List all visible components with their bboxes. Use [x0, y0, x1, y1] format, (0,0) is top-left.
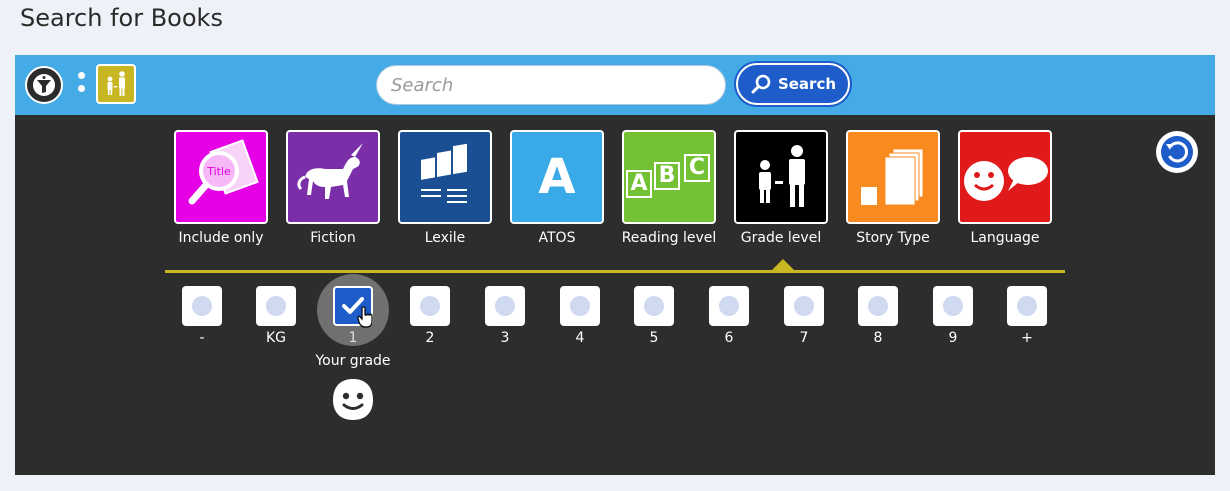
grade-radio[interactable] [256, 286, 296, 326]
reset-button[interactable] [1156, 131, 1198, 173]
grade-label: 4 [575, 330, 585, 346]
search-button[interactable]: Search [736, 63, 850, 105]
unicorn-icon [297, 143, 363, 199]
grade-option-9[interactable]: 9 [925, 286, 981, 346]
grade-label: 3 [500, 330, 510, 346]
category-label: Story Type [856, 230, 930, 246]
grade-option-2[interactable]: 2 [402, 286, 458, 346]
grade-option-5[interactable]: 5 [626, 286, 682, 346]
category-reading-level[interactable]: A B C Reading level [613, 130, 725, 246]
category-include-only[interactable]: Title Include only [165, 130, 277, 246]
block-c: C [684, 154, 710, 182]
search-toolbar: Search [15, 55, 1215, 115]
hand-cursor-icon [357, 306, 373, 328]
pages-icon [861, 148, 924, 206]
grade-label: 7 [799, 330, 809, 346]
grade-radio[interactable] [1007, 286, 1047, 326]
category-label: Language [970, 230, 1040, 246]
category-divider [165, 270, 1065, 273]
adult-child-icon [107, 71, 125, 96]
grade-label: 5 [649, 330, 659, 346]
category-fiction[interactable]: Fiction [277, 130, 389, 246]
grade-option-8[interactable]: 8 [850, 286, 906, 346]
category-grade-level[interactable]: Grade level [725, 130, 837, 246]
filter-button[interactable] [25, 66, 63, 104]
letter-a-icon: A [538, 149, 576, 205]
grade-option-1[interactable]: 1 [317, 274, 389, 346]
grade-filter-chip[interactable] [96, 64, 136, 104]
active-category-pointer [771, 259, 795, 271]
category-label: ATOS [538, 230, 576, 246]
reset-icon [1161, 136, 1193, 168]
grade-option-7[interactable]: 7 [776, 286, 832, 346]
grade-radio[interactable] [709, 286, 749, 326]
category-label: Grade level [740, 230, 822, 246]
search-input[interactable] [376, 65, 726, 105]
category-atos[interactable]: A ATOS [501, 130, 613, 246]
grade-option-4[interactable]: 4 [552, 286, 608, 346]
magnifier-title-icon: Title [188, 139, 259, 205]
grade-radio[interactable] [182, 286, 222, 326]
grade-label: 6 [724, 330, 734, 346]
category-label: Fiction [310, 230, 356, 246]
grade-option-3[interactable]: 3 [477, 286, 533, 346]
category-label: Include only [178, 230, 264, 246]
grade-radio[interactable] [933, 286, 973, 326]
grade-radio[interactable] [784, 286, 824, 326]
abc-blocks-icon: A B C [622, 130, 716, 224]
adult-child-icon [759, 145, 805, 207]
svg-text:Title: Title [206, 165, 231, 178]
category-label: Lexile [424, 230, 466, 246]
drag-handle-icon [78, 72, 86, 98]
page-title: Search for Books [20, 4, 223, 32]
grade-label: 2 [425, 330, 435, 346]
grade-checkbox-checked[interactable] [333, 286, 373, 328]
grade-radio[interactable] [410, 286, 450, 326]
magnifier-icon [751, 74, 771, 94]
block-b: B [654, 162, 680, 190]
grade-label: 1 [348, 330, 358, 346]
grade-option-pre[interactable]: - [174, 286, 230, 346]
funnel-icon [33, 74, 55, 96]
search-panel: Search Title Include only [15, 55, 1215, 475]
grade-radio[interactable] [858, 286, 898, 326]
grade-label: 9 [948, 330, 958, 346]
books-icon [421, 143, 467, 203]
block-a: A [626, 170, 652, 198]
grade-radio[interactable] [485, 286, 525, 326]
your-grade-label: Your grade [315, 353, 391, 369]
grade-label: KG [265, 330, 287, 346]
grade-label: + [1021, 330, 1033, 346]
grade-option-kg[interactable]: KG [248, 286, 304, 346]
category-story-type[interactable]: Story Type [837, 130, 949, 246]
smiley-icon [333, 379, 373, 420]
category-label: Reading level [621, 230, 717, 246]
category-lexile[interactable]: Lexile [389, 130, 501, 246]
speech-face-icon [964, 157, 1048, 201]
grade-radio[interactable] [634, 286, 674, 326]
search-button-label: Search [777, 75, 837, 93]
grade-label: 8 [873, 330, 883, 346]
grade-option-plus[interactable]: + [999, 286, 1055, 346]
grade-radio[interactable] [560, 286, 600, 326]
category-language[interactable]: Language [949, 130, 1061, 246]
grade-label: - [199, 330, 205, 346]
grade-option-6[interactable]: 6 [701, 286, 757, 346]
